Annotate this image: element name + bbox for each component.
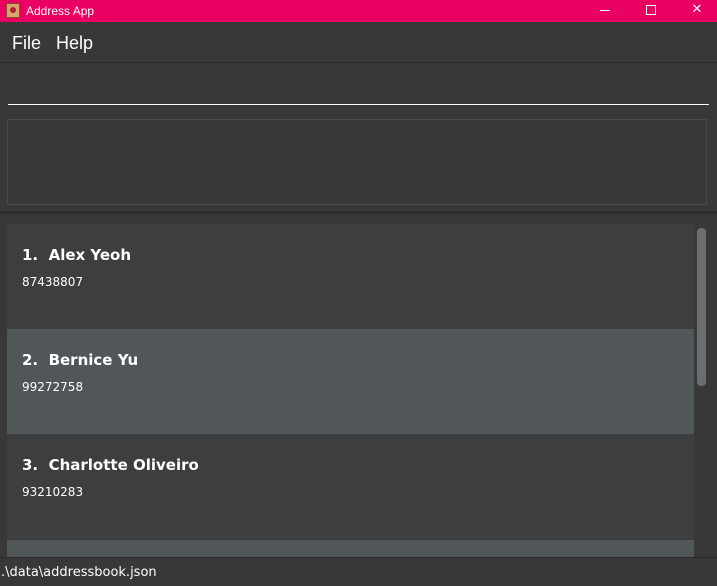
title-bar[interactable]: Address App ✕ [0,0,717,22]
maximize-button[interactable] [628,0,674,22]
app-icon [6,3,20,18]
person-name: 3. Charlotte Oliveiro [22,456,199,474]
person-phone: 93210283 [22,485,84,499]
minimize-icon [600,10,610,11]
person-card[interactable]: 3. Charlotte Oliveiro 93210283 [7,434,694,539]
close-button[interactable]: ✕ [674,0,717,22]
minimize-button[interactable] [582,0,628,22]
menu-bar: File Help [0,22,717,63]
menu-help[interactable]: Help [56,33,93,54]
person-name: 1. Alex Yeoh [22,246,132,264]
command-input[interactable] [8,71,709,105]
list-scrollbar[interactable] [696,224,708,554]
maximize-icon [646,5,656,15]
person-phone: 99272758 [22,380,84,394]
result-display[interactable] [7,119,707,205]
person-card-partial[interactable] [7,540,694,557]
window-title: Address App [26,4,95,18]
close-icon: ✕ [691,2,703,17]
person-name: 2. Bernice Yu [22,351,139,369]
menu-file[interactable]: File [12,33,41,54]
person-list-panel[interactable]: 1. Alex Yeoh 87438807 2. Bernice Yu 9927… [0,214,717,557]
save-location-text: .\data\addressbook.json [1,565,157,580]
person-phone: 87438807 [22,275,84,289]
command-box [0,63,717,113]
address-app-window: Address App ✕ File Help 1. Alex Yeoh 874… [0,0,717,586]
person-card[interactable]: 2. Bernice Yu 99272758 [7,329,694,434]
person-card[interactable]: 1. Alex Yeoh 87438807 [7,224,694,329]
status-bar: .\data\addressbook.json [0,557,717,586]
scrollbar-thumb[interactable] [697,228,706,386]
